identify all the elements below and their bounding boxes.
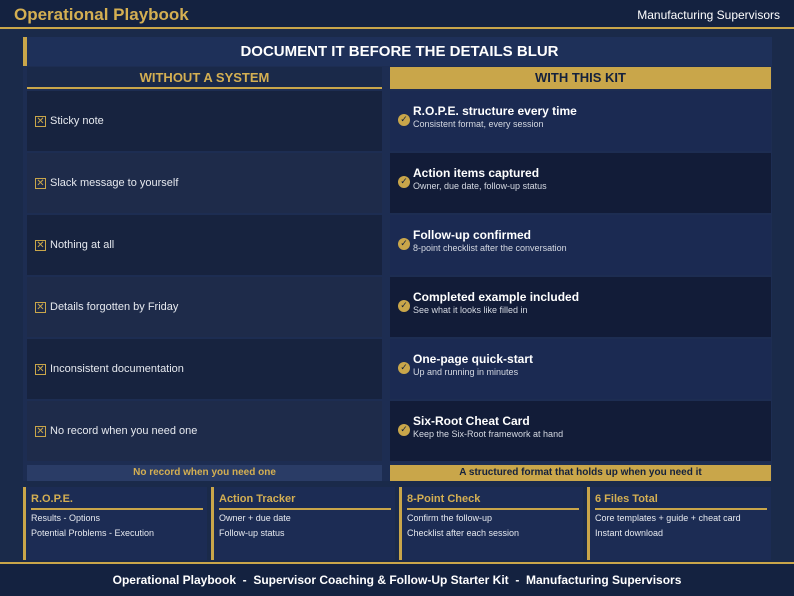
without-system-footer: No record when you need one: [27, 465, 382, 481]
x-box-icon: ✕: [35, 364, 46, 375]
x-box-icon: ✕: [35, 178, 46, 189]
card-line: Potential Problems - Execution: [31, 528, 155, 538]
without-item: ✕ No record when you need one: [27, 401, 382, 461]
card-line: Checklist after each session: [407, 528, 520, 538]
card-6-files-total: 6 Files Total Core templates + guide + c…: [587, 487, 771, 560]
with-item: ✓ One-page quick-start Up and running in…: [390, 339, 771, 399]
card-title: R.O.P.E.: [31, 493, 203, 510]
without-system-column: WITHOUT A SYSTEM ✕ Sticky note ✕ Slack m…: [27, 67, 382, 481]
card-line: Follow-up status: [219, 528, 285, 538]
card-title: Action Tracker: [219, 493, 391, 510]
check-circle-icon: ✓: [398, 114, 410, 126]
with-item: ✓ Follow-up confirmed 8-point checklist …: [390, 215, 771, 275]
card-line: Instant download: [595, 528, 664, 538]
card-title: 8-Point Check: [407, 493, 579, 510]
card-title: 6 Files Total: [595, 493, 767, 510]
without-item-label: Sticky note: [50, 115, 104, 127]
with-item-subtitle: 8-point checklist after the conversation: [413, 243, 567, 253]
footer-text: Operational Playbook - Supervisor Coachi…: [112, 573, 682, 587]
without-item-label: Nothing at all: [50, 239, 115, 251]
check-circle-icon: ✓: [398, 362, 410, 374]
without-item: ✕ Nothing at all: [27, 215, 382, 275]
with-item: ✓ Six-Root Cheat Card Keep the Six-Root …: [390, 401, 771, 461]
without-system-heading: WITHOUT A SYSTEM: [27, 67, 382, 89]
with-item: ✓ R.O.P.E. structure every time Consiste…: [390, 91, 771, 151]
check-circle-icon: ✓: [398, 424, 410, 436]
comparison-panel: DOCUMENT IT BEFORE THE DETAILS BLUR WITH…: [23, 37, 772, 481]
card-line: Owner + due date: [219, 513, 291, 523]
with-item-subtitle: Keep the Six-Root framework at hand: [413, 429, 564, 439]
check-circle-icon: ✓: [398, 300, 410, 312]
top-bar: Operational Playbook Manufacturing Super…: [0, 0, 794, 29]
with-item-subtitle: Owner, due date, follow-up status: [413, 181, 547, 191]
with-item-title: One-page quick-start: [413, 352, 534, 366]
bottom-bar: Operational Playbook - Supervisor Coachi…: [0, 562, 794, 596]
check-circle-icon: ✓: [398, 238, 410, 250]
card-line: Confirm the follow-up: [407, 513, 493, 523]
headline: DOCUMENT IT BEFORE THE DETAILS BLUR: [240, 43, 559, 60]
with-item: ✓ Completed example included See what it…: [390, 277, 771, 337]
without-item: ✕ Slack message to yourself: [27, 153, 382, 213]
with-item-title: Completed example included: [413, 290, 580, 304]
without-item-label: No record when you need one: [50, 425, 198, 437]
card-8-point-check: 8-Point Check Confirm the follow-up Chec…: [399, 487, 583, 560]
with-item-subtitle: See what it looks like filled in: [413, 305, 528, 315]
without-item-label: Details forgotten by Friday: [50, 301, 179, 313]
x-box-icon: ✕: [35, 302, 46, 313]
headline-bar: DOCUMENT IT BEFORE THE DETAILS BLUR: [23, 37, 772, 66]
x-box-icon: ✕: [35, 426, 46, 437]
with-item-subtitle: Consistent format, every session: [413, 119, 544, 129]
with-item-title: Follow-up confirmed: [413, 228, 531, 242]
card-rope: R.O.P.E. Results - Options Potential Pro…: [23, 487, 207, 560]
without-item-label: Inconsistent documentation: [50, 363, 184, 375]
without-item: ✕ Sticky note: [27, 91, 382, 151]
with-kit-column: WITH THIS KIT ✓ R.O.P.E. structure every…: [390, 67, 771, 481]
with-item-title: R.O.P.E. structure every time: [413, 104, 577, 118]
check-circle-icon: ✓: [398, 176, 410, 188]
with-item-title: Action items captured: [413, 166, 540, 180]
x-box-icon: ✕: [35, 240, 46, 251]
with-kit-heading: WITH THIS KIT: [390, 67, 771, 89]
without-item: ✕ Inconsistent documentation: [27, 339, 382, 399]
audience-label: Manufacturing Supervisors: [637, 8, 780, 22]
with-item: ✓ Action items captured Owner, due date,…: [390, 153, 771, 213]
card-action-tracker: Action Tracker Owner + due date Follow-u…: [211, 487, 395, 560]
with-item-title: Six-Root Cheat Card: [413, 414, 530, 428]
card-line: Core templates + guide + cheat card: [595, 513, 741, 523]
with-item-subtitle: Up and running in minutes: [413, 367, 519, 377]
card-line: Results - Options: [31, 513, 101, 523]
feature-cards: R.O.P.E. Results - Options Potential Pro…: [23, 487, 772, 560]
x-box-icon: ✕: [35, 116, 46, 127]
brand-title: Operational Playbook: [14, 5, 189, 24]
with-kit-footer: A structured format that holds up when y…: [390, 465, 771, 481]
without-item-label: Slack message to yourself: [50, 177, 179, 189]
without-item: ✕ Details forgotten by Friday: [27, 277, 382, 337]
